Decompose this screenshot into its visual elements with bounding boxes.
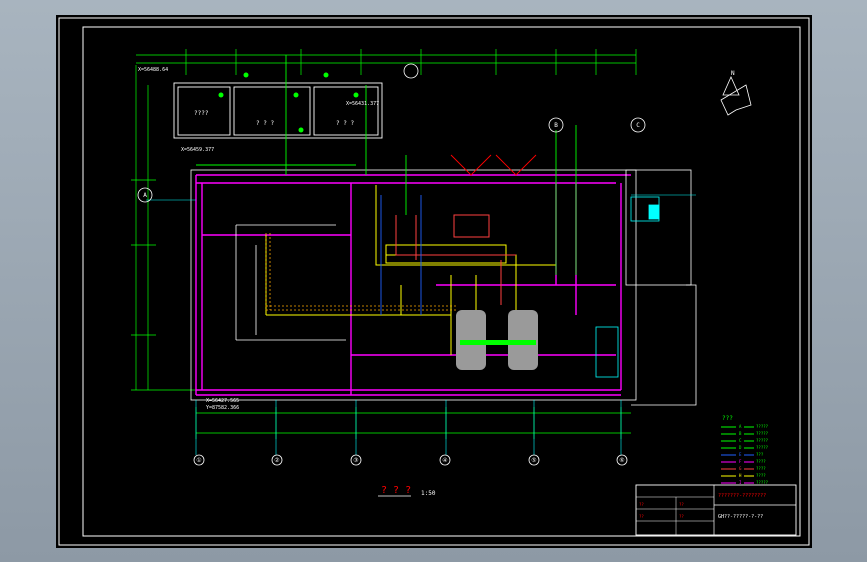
legend-text: ????? [756,438,769,443]
coord-left-top: X=56459.377 [181,147,214,153]
legend-item-f: F ???? [721,459,766,464]
legend-text: ??? [756,452,764,457]
legend-code: E [739,452,742,457]
axis-label-2: ② [274,457,279,464]
title-block-title: ???????-???????? [718,493,766,499]
row-label-b: B [554,122,558,129]
entrance-doors [450,154,537,176]
legend-item-e: E ??? [721,452,764,457]
right-equipment [595,196,660,378]
red-piping [395,214,516,305]
legend-code: C [739,438,742,443]
building-walls [195,174,631,396]
legend-code: B [739,431,742,436]
row-label-a: A [143,192,147,199]
left-dimensions [131,65,196,391]
room-texts: ???? ? ? ? ? ? ? [194,110,354,127]
axis-label-4: ④ [442,457,447,464]
cad-viewer: ① ② ③ ④ ⑤ ⑥ A B C ???? ? ? ? ? ? ? X=564… [0,0,867,562]
legend-code: F [739,459,742,464]
legend-text: ???? [756,459,766,464]
legend-code: H [739,473,742,478]
tank-connector [460,340,536,345]
room-title: ? ? ? 1:50 [378,485,436,497]
title-block: ???????-???????? GH??-?????-?-?? ?? ?? ?… [635,484,797,536]
coord-mid-top: X=56431.377 [346,101,379,107]
axis-label-3: ③ [353,457,358,464]
tank-room-b-label: ? ? ? [256,120,274,127]
legend-code: I [739,480,742,485]
legend-item-g: G ???? [721,466,766,471]
legend-item-b: B ????? [721,431,769,436]
top-dimensions [136,49,637,75]
coord-bottom-y: Y=87582.366 [206,405,239,411]
title-block-row: ?? [639,514,644,519]
legend-text: ???? [756,473,766,478]
axis-label-1: ① [196,457,201,464]
axis-label-6: ⑥ [619,457,624,464]
legend-item-i: I ????? [721,480,769,485]
legend-text: ????? [756,480,769,485]
sheet-border [58,17,810,546]
building-outline [190,169,697,406]
coord-top-left: X=56488.64 [138,67,168,73]
north-label: N [731,70,735,77]
legend-title: ??? [722,415,733,422]
title-block-row: ?? [639,502,644,507]
legend-item-a: A ????? [721,424,769,429]
legend-text: ????? [756,424,769,429]
row-label-c: C [636,122,640,129]
cad-drawing: ① ② ③ ④ ⑤ ⑥ A B C ???? ? ? ? ? ? ? X=564… [58,17,810,546]
north-arrow: N [720,70,752,116]
legend-item-d: D ????? [721,445,769,450]
bottom-dimensions [195,407,631,439]
legend-code: G [739,466,742,471]
legend-text: ????? [756,445,769,450]
coord-bottom-x: X=56427.565 [206,398,239,404]
drawing-sheet: ① ② ③ ④ ⑤ ⑥ A B C ???? ? ? ? ? ? ? X=564… [56,15,812,548]
axis-label-5: ⑤ [531,457,536,464]
title-block-row: ?? [679,502,684,507]
tank-room-c-label: ? ? ? [336,120,354,127]
legend-item-c: C ????? [721,438,769,443]
room-title-text: ? ? ? [381,485,411,496]
title-block-row: ?? [679,514,684,519]
title-block-drawing-no: GH??-?????-?-?? [718,514,763,520]
green-lines [196,55,577,275]
legend-code: D [739,445,742,450]
legend-item-h: H ???? [721,473,766,478]
tank-room-a-label: ???? [194,110,209,117]
legend: ??? A ????? B ????? C ????? D ????? E ??… [721,415,769,485]
legend-text: ???? [756,466,766,471]
legend-code: A [739,424,742,429]
legend-text: ????? [756,431,769,436]
scale-text: 1:50 [421,490,436,497]
